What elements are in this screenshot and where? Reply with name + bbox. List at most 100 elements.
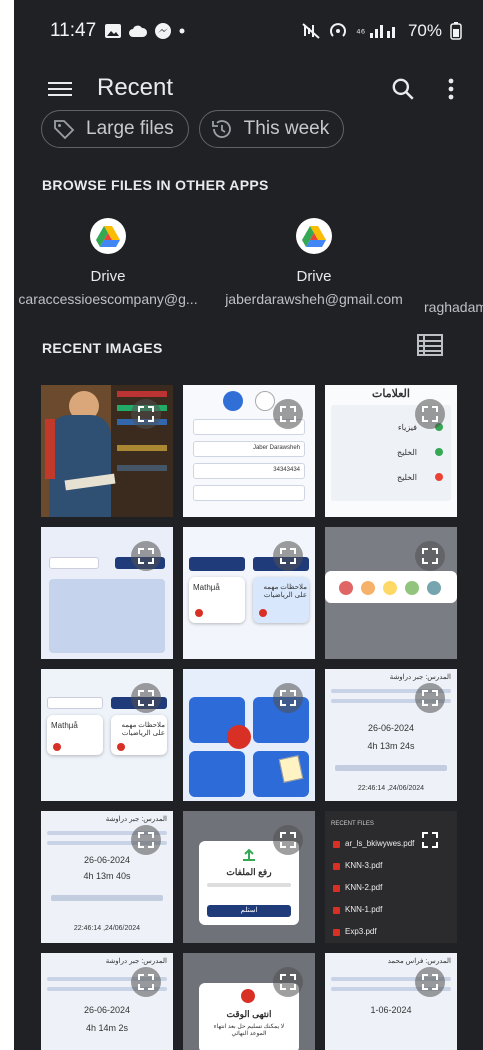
assignment-heading: المدرس: جبر دراوشة xyxy=(389,674,451,681)
expand-icon[interactable] xyxy=(131,825,161,855)
browse-heading: BROWSE FILES IN OTHER APPS xyxy=(42,177,269,193)
expand-icon[interactable] xyxy=(131,683,161,713)
gallery-icon xyxy=(105,24,122,38)
grade-row: الخليج xyxy=(396,473,417,482)
file-item: ar_ls_bkiwywes.pdf xyxy=(345,839,415,848)
menu-icon[interactable] xyxy=(48,78,72,102)
expand-icon[interactable] xyxy=(273,683,303,713)
file-item: KNN-3.pdf xyxy=(345,861,383,870)
image-tile-student-photo[interactable] xyxy=(41,385,173,517)
list-view-icon[interactable] xyxy=(417,334,443,356)
assignment-remaining: 4h 13m 40s xyxy=(83,871,131,881)
grade-row: فيزياء xyxy=(397,423,417,432)
image-tile-notes-2[interactable]: Mathµå ملاحظات مهمه على الرياضيات xyxy=(41,669,173,801)
hotspot-icon xyxy=(330,23,346,37)
image-tile-assignment-1[interactable]: المدرس: جبر دراوشة 26-06-2024 4h 13m 24s… xyxy=(325,669,457,801)
expand-icon[interactable] xyxy=(131,541,161,571)
note-card-left: Mathµå xyxy=(51,721,78,730)
expand-icon[interactable] xyxy=(415,967,445,997)
chip-this-week[interactable]: This week xyxy=(198,110,345,148)
assignment-date: 1-06-2024 xyxy=(370,1005,412,1015)
file-item: KNN-1.pdf xyxy=(345,905,383,914)
expand-icon[interactable] xyxy=(415,541,445,571)
app-name: Drive xyxy=(296,268,332,285)
assignment-remaining: 4h 13m 24s xyxy=(367,741,415,751)
expand-icon[interactable] xyxy=(131,399,161,429)
history-icon xyxy=(211,120,231,138)
assignment-date: 26-06-2024 xyxy=(83,855,131,865)
expand-icon[interactable] xyxy=(131,967,161,997)
more-vert-icon[interactable] xyxy=(446,76,456,102)
filter-chips: Large files This week xyxy=(41,110,345,148)
expand-icon[interactable] xyxy=(415,825,445,855)
file-item: Exp3.pdf xyxy=(345,927,377,936)
status-time: 11:47 xyxy=(50,20,97,41)
assignment-remaining: 4h 14m 2s xyxy=(85,1023,129,1033)
form-field-phone: 34343434 xyxy=(193,463,305,479)
mute-icon xyxy=(302,23,320,39)
status-bar: 11:47 ⁴⁶ 70% xyxy=(14,0,483,62)
signal-icon: ⁴⁶ xyxy=(356,25,395,39)
expand-icon[interactable] xyxy=(415,683,445,713)
upload-dialog-button: استلم xyxy=(207,905,291,917)
grade-row: الخليج xyxy=(396,448,417,457)
form-field xyxy=(193,485,305,501)
expand-icon[interactable] xyxy=(415,399,445,429)
drive-icon xyxy=(296,218,332,254)
expand-icon[interactable] xyxy=(273,967,303,997)
image-tile-notes[interactable]: Mathµå ملاحظات مهمه على الرياضيات xyxy=(183,527,315,659)
tag-icon xyxy=(54,120,75,140)
battery-icon xyxy=(450,22,462,40)
image-tile-keyboard[interactable] xyxy=(41,527,173,659)
drive-app-2[interactable]: Drive jaberdarawsheh@gmail.com xyxy=(214,218,414,307)
battery-percent: 70% xyxy=(407,21,442,40)
drive-app-3[interactable]: raghadam xyxy=(424,218,483,315)
chip-label: Large files xyxy=(86,118,174,139)
messenger-icon xyxy=(155,23,172,39)
image-tile-assignment-3[interactable]: المدرس: جبر دراوشة 26-06-2024 4h 14m 2s xyxy=(41,953,173,1050)
app-account: raghadam xyxy=(424,299,483,315)
page-title: Recent xyxy=(97,74,174,101)
dot-icon xyxy=(179,28,185,34)
assignment-date: 26-06-2024 xyxy=(83,1005,131,1015)
time-over-title: انتهى الوقت xyxy=(226,1009,272,1019)
assignment-heading: المدرس: فراس محمد xyxy=(387,958,451,965)
image-tile-course-menu[interactable] xyxy=(183,669,315,801)
file-list-header: RECENT FILES xyxy=(331,821,374,827)
expand-icon[interactable] xyxy=(273,399,303,429)
image-tile-upload-dialog[interactable]: رفع الملفات استلم xyxy=(183,811,315,943)
file-item: KNN-2.pdf xyxy=(345,883,383,892)
image-tile-profile-form[interactable]: Jaber Darawsheh 34343434 xyxy=(183,385,315,517)
image-tile-grades[interactable]: العلامات فيزياء الخليج الخليج xyxy=(325,385,457,517)
chip-label: This week xyxy=(243,118,330,139)
search-icon[interactable] xyxy=(390,76,416,102)
note-card-right: ملاحظات مهمه على الرياضيات xyxy=(263,584,307,599)
image-tile-color-picker[interactable] xyxy=(325,527,457,659)
note-card-right: ملاحظات مهمه على الرياضيات xyxy=(121,722,165,737)
upload-dialog-title: رفع الملفات xyxy=(226,867,272,877)
files-app-screen: 11:47 ⁴⁶ 70% Recent Large files This wee… xyxy=(14,0,483,1050)
drive-app-1[interactable]: Drive caraccessioescompany@g... xyxy=(14,218,208,307)
image-tile-assignment-4[interactable]: المدرس: فراس محمد 1-06-2024 xyxy=(325,953,457,1050)
form-field-name: Jaber Darawsheh xyxy=(193,441,305,457)
drive-icon xyxy=(90,218,126,254)
expand-icon[interactable] xyxy=(273,825,303,855)
assignment-timestamp: 22:46:14 ,24/06/2024 xyxy=(73,925,141,932)
grades-title: العلامات xyxy=(372,388,410,400)
assignment-date: 26-06-2024 xyxy=(367,723,415,733)
app-account: caraccessioescompany@g... xyxy=(18,291,198,307)
image-tile-time-over[interactable]: انتهى الوقت لا يمكنك تسليم حل بعد انتهاء… xyxy=(183,953,315,1050)
note-card-left: Mathµå xyxy=(193,583,220,592)
svg-text:⁴⁶: ⁴⁶ xyxy=(356,27,365,39)
image-tile-file-list[interactable]: RECENT FILES ar_ls_bkiwywes.pdf KNN-3.pd… xyxy=(325,811,457,943)
cloud-icon xyxy=(129,25,148,37)
assignment-heading: المدرس: جبر دراوشة xyxy=(105,958,167,965)
app-name: Drive xyxy=(90,268,126,285)
image-tile-assignment-2[interactable]: المدرس: جبر دراوشة 26-06-2024 4h 13m 40s… xyxy=(41,811,173,943)
chip-large-files[interactable]: Large files xyxy=(41,110,189,148)
recent-images-heading: RECENT IMAGES xyxy=(42,340,163,356)
assignment-heading: المدرس: جبر دراوشة xyxy=(105,816,167,823)
expand-icon[interactable] xyxy=(273,541,303,571)
assignment-timestamp: 22:46:14 ,24/06/2024 xyxy=(357,785,425,792)
time-over-body: لا يمكنك تسليم حل بعد انتهاء الموعد النه… xyxy=(213,1024,285,1037)
